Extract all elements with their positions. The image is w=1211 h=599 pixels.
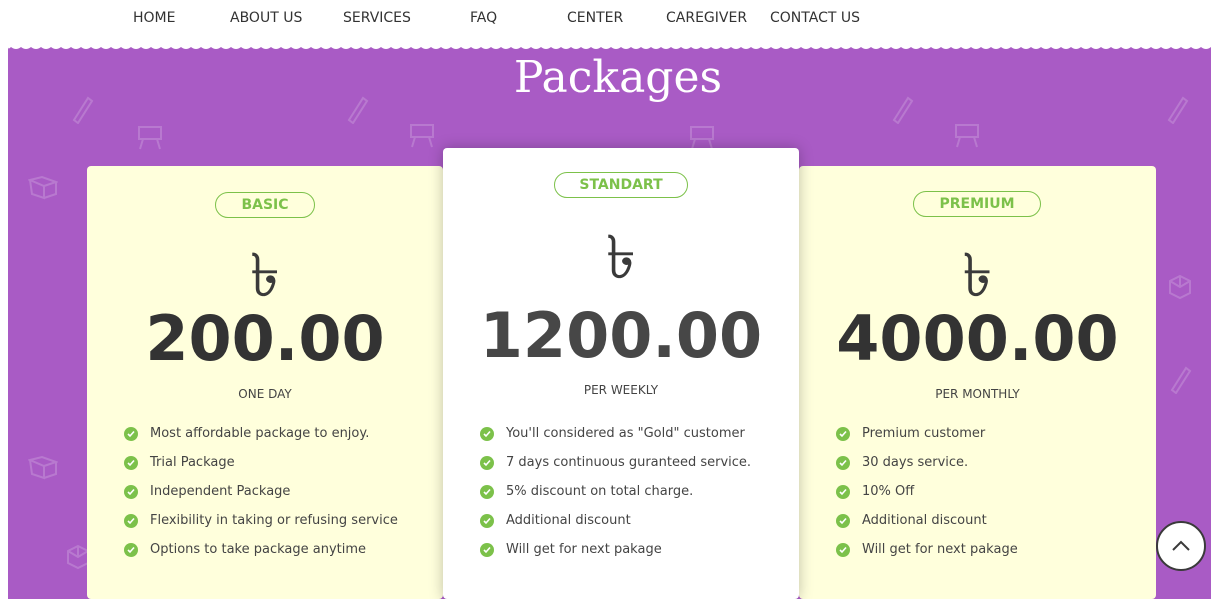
taka-currency-icon: ৳ [606,223,636,293]
easel-doodle-icon-3 [690,126,714,150]
check-circle-icon [124,514,138,528]
feature-list: Premium customer 30 days service. 10% Of… [836,426,1018,571]
feature-text: Options to take package anytime [150,542,367,557]
cube-doodle-icon [1169,274,1191,300]
nav-item-contact-us[interactable]: CONTACT US [770,10,860,26]
check-circle-icon [124,456,138,470]
feature-text: 5% discount on total charge. [506,484,694,499]
nav-item-about-us[interactable]: ABOUT US [230,10,302,26]
feature-item: 30 days service. [836,455,1018,484]
package-period: PER MONTHLY [935,387,1020,401]
nav-item-services[interactable]: SERVICES [343,10,411,26]
package-card-basic: BASIC ৳ 200.00 ONE DAY Most affordable p… [87,166,443,599]
feature-text: Most affordable package to enjoy. [150,426,370,441]
feature-item: 10% Off [836,484,1018,513]
check-circle-icon [836,485,850,499]
book-doodle-icon [28,175,58,200]
check-circle-icon [480,456,494,470]
feature-item: Premium customer [836,426,1018,455]
feature-text: Will get for next pakage [862,542,1018,557]
feature-item: Trial Package [124,455,398,484]
feature-item: 7 days continuous guranteed service. [480,455,751,484]
package-price: 4000.00 [836,302,1119,375]
check-circle-icon [836,427,850,441]
feature-item: Flexibility in taking or refusing servic… [124,513,398,542]
check-circle-icon [480,427,494,441]
feature-text: 10% Off [862,484,915,499]
package-badge: PREMIUM [913,191,1041,217]
feature-item: Options to take package anytime [124,542,398,571]
package-card-premium: PREMIUM ৳ 4000.00 PER MONTHLY Premium cu… [799,166,1156,599]
pencil-doodle-icon-5 [1170,366,1192,394]
nav-item-faq[interactable]: FAQ [470,10,497,26]
check-circle-icon [124,485,138,499]
package-badge: BASIC [215,192,315,218]
feature-item: Additional discount [480,513,751,542]
check-circle-icon [480,485,494,499]
book-doodle-icon-2 [28,455,58,480]
easel-doodle-icon-2 [410,124,434,148]
feature-text: Independent Package [150,484,291,499]
feature-text: Trial Package [150,455,235,470]
feature-item: You'll considered as "Gold" customer [480,426,751,455]
feature-item: Will get for next pakage [836,542,1018,571]
nav-item-caregiver[interactable]: CAREGIVER [666,10,747,26]
feature-list: Most affordable package to enjoy. Trial … [124,426,398,571]
feature-text: You'll considered as "Gold" customer [506,426,745,441]
check-circle-icon [124,427,138,441]
feature-text: Flexibility in taking or refusing servic… [150,513,398,528]
check-circle-icon [124,543,138,557]
package-period: ONE DAY [238,387,292,401]
package-price: 200.00 [145,302,385,375]
feature-list: You'll considered as "Gold" customer 7 d… [480,426,751,571]
taka-currency-icon: ৳ [250,241,280,311]
feature-text: 30 days service. [862,455,969,470]
feature-text: Additional discount [506,513,631,528]
top-navigation: HOME ABOUT US SERVICES FAQ CENTER CAREGI… [0,0,1211,40]
taka-currency-icon: ৳ [962,241,993,311]
feature-item: 5% discount on total charge. [480,484,751,513]
package-price: 1200.00 [479,299,763,372]
easel-doodle-icon [138,126,162,150]
feature-item: Additional discount [836,513,1018,542]
feature-item: Will get for next pakage [480,542,751,571]
package-period: PER WEEKLY [583,383,659,397]
check-circle-icon [480,543,494,557]
package-card-standart: STANDART ৳ 1200.00 PER WEEKLY You'll con… [443,148,799,599]
feature-text: Will get for next pakage [506,542,662,557]
check-circle-icon [836,514,850,528]
feature-text: 7 days continuous guranteed service. [506,455,752,470]
section-title: Packages [513,52,723,103]
feature-item: Independent Package [124,484,398,513]
nav-item-center[interactable]: CENTER [567,10,623,26]
package-badge: STANDART [554,172,688,198]
check-circle-icon [836,456,850,470]
easel-doodle-icon-4 [955,124,979,148]
chevron-up-icon [1172,540,1190,551]
feature-text: Additional discount [862,513,987,528]
feature-item: Most affordable package to enjoy. [124,426,398,455]
check-circle-icon [480,514,494,528]
nav-item-home[interactable]: HOME [133,10,175,26]
check-circle-icon [836,543,850,557]
scroll-to-top-button[interactable] [1156,521,1206,571]
feature-text: Premium customer [862,426,986,441]
